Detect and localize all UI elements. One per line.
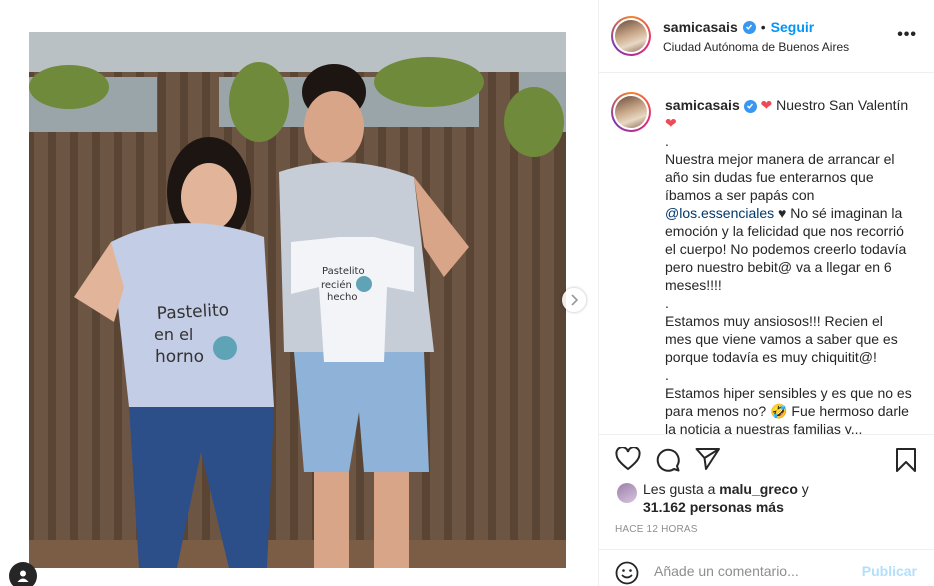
heart-emoji-2: ❤ bbox=[665, 115, 677, 131]
svg-text:en el: en el bbox=[154, 325, 193, 344]
like-icon[interactable] bbox=[615, 446, 641, 476]
comment-icon[interactable] bbox=[655, 447, 681, 478]
likes-text: Les gusta a malu_greco y bbox=[643, 481, 809, 497]
comment-input[interactable] bbox=[654, 563, 874, 579]
location-link[interactable]: Ciudad Autónoma de Buenos Aires bbox=[663, 40, 849, 54]
chevron-right-icon bbox=[571, 294, 579, 306]
verified-icon bbox=[742, 20, 756, 34]
follow-button[interactable]: Seguir bbox=[771, 19, 815, 35]
caption-title: Nuestro San Valentín bbox=[772, 97, 909, 113]
caption-text: samicasais ❤ Nuestro San Valentín ❤ . Nu… bbox=[665, 96, 913, 434]
post-header: samicasais • Seguir Ciudad Autónoma de B… bbox=[599, 0, 934, 73]
user-icon bbox=[17, 570, 29, 582]
liker-username[interactable]: malu_greco bbox=[719, 481, 798, 497]
post-photo[interactable]: Pastelito en el horno Pastelito recién h… bbox=[29, 32, 566, 568]
post-photo-illustration: Pastelito en el horno Pastelito recién h… bbox=[29, 32, 566, 568]
tagged-users-button[interactable] bbox=[9, 562, 37, 586]
more-options-button[interactable]: ••• bbox=[897, 26, 917, 44]
caption-body-1: . Nuestra mejor manera de arrancar el añ… bbox=[665, 133, 895, 203]
save-icon[interactable] bbox=[895, 447, 917, 478]
svg-text:horno: horno bbox=[155, 347, 204, 367]
likes-prefix: Les gusta a bbox=[643, 481, 720, 497]
header-user-row: samicasais • Seguir bbox=[663, 19, 814, 35]
liker-avatar[interactable] bbox=[617, 483, 637, 503]
svg-text:hecho: hecho bbox=[327, 292, 357, 303]
caption-area: samicasais ❤ Nuestro San Valentín ❤ . Nu… bbox=[599, 74, 934, 434]
comment-bar: Publicar bbox=[599, 549, 934, 586]
caption-body-2: ♥ No sé imaginan la emoción y la felicid… bbox=[665, 205, 912, 434]
likes-suffix: y bbox=[797, 481, 809, 497]
share-icon[interactable] bbox=[695, 447, 721, 476]
post-media: Pastelito en el horno Pastelito recién h… bbox=[0, 0, 598, 586]
header-username[interactable]: samicasais bbox=[663, 19, 738, 35]
post-panel: samicasais • Seguir Ciudad Autónoma de B… bbox=[598, 0, 934, 586]
caption-username[interactable]: samicasais bbox=[665, 97, 740, 113]
svg-text:recién: recién bbox=[321, 279, 352, 291]
mention-link[interactable]: @los.essenciales bbox=[665, 205, 774, 221]
caption-verified-icon bbox=[743, 99, 757, 113]
publish-button[interactable]: Publicar bbox=[862, 563, 917, 579]
heart-emoji: ❤ bbox=[760, 97, 773, 113]
caption-avatar[interactable] bbox=[611, 92, 651, 132]
svg-text:Pastelito: Pastelito bbox=[156, 300, 229, 324]
post-timestamp[interactable]: HACE 12 HORAS bbox=[615, 524, 698, 535]
likes-count[interactable]: 31.162 personas más bbox=[643, 499, 784, 515]
avatar[interactable] bbox=[611, 16, 651, 56]
svg-text:Pastelito: Pastelito bbox=[322, 266, 365, 277]
actions-section: Les gusta a malu_greco y 31.162 personas… bbox=[599, 434, 934, 586]
next-image-button[interactable] bbox=[562, 288, 586, 312]
separator-dot: • bbox=[760, 19, 766, 35]
emoji-icon[interactable] bbox=[615, 561, 639, 586]
